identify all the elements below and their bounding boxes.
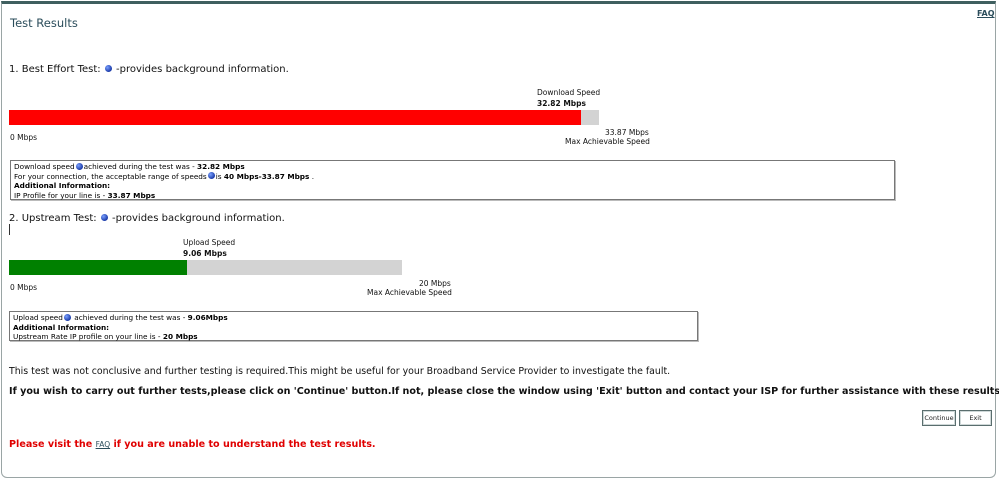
download-info-text: Download speed [14, 162, 75, 171]
download-info-text: For your connection, the acceptable rang… [14, 171, 207, 181]
download-speed-value: 32.82 Mbps [537, 99, 586, 108]
upload-max-value-label: 20 Mbps [419, 279, 451, 288]
download-speed-bar-fill [9, 110, 581, 125]
faq-notice-prefix: Please visit the [9, 439, 93, 450]
inconclusive-message: This test was not conclusive and further… [9, 366, 671, 377]
upload-speed-bar-fill [9, 260, 188, 275]
additional-info-heading: Additional Information: [14, 181, 111, 191]
download-achieved-value: 32.82 Mbps [197, 162, 245, 171]
info-icon[interactable] [207, 172, 215, 180]
faq-notice: Please visit the FAQ if you are unable t… [9, 439, 376, 450]
info-icon[interactable] [63, 313, 71, 321]
upstream-ip-profile-value: 20 Mbps [162, 332, 198, 342]
download-speed-title: Download Speed [537, 88, 601, 97]
upload-achieved-value: 9.06Mbps [187, 313, 228, 322]
download-max-caption: Max Achievable Speed [565, 137, 650, 146]
upload-info-text: achieved during the test was - [74, 313, 186, 322]
best-effort-heading-prefix: 1. Best Effort Test: [9, 64, 101, 75]
download-info-text: is [215, 171, 222, 181]
info-icon[interactable] [104, 64, 112, 72]
download-info-box: Download speed achieved during the test w… [10, 160, 895, 200]
best-effort-heading-suffix: -provides background information. [116, 64, 289, 75]
additional-info-heading: Additional Information: [13, 322, 110, 332]
download-info-text: IP Profile for your line is - [14, 190, 106, 200]
faq-link-top[interactable]: FAQ [977, 9, 995, 18]
download-info-text: . [311, 171, 315, 181]
upstream-heading: 2. Upstream Test: -provides background i… [9, 213, 285, 224]
instructions-message: If you wish to carry out further tests,p… [9, 386, 999, 397]
best-effort-heading: 1. Best Effort Test: -provides backgroun… [9, 64, 289, 75]
upload-speed-title: Upload Speed [183, 238, 236, 247]
upload-info-line-2: Additional Information: [13, 323, 694, 333]
download-info-line-2: For your connection, the acceptable rang… [14, 172, 891, 182]
upload-info-box: Upload speed achieved during the test wa… [9, 311, 698, 341]
upload-info-line-1: Upload speed achieved during the test wa… [13, 313, 694, 323]
upstream-heading-suffix: -provides background information. [112, 213, 285, 224]
upload-info-text: Upload speed [13, 313, 63, 322]
info-icon[interactable] [75, 162, 83, 170]
info-icon[interactable] [100, 213, 108, 221]
faq-link-bottom[interactable]: FAQ [96, 440, 111, 449]
upload-info-line-3: Upstream Rate IP profile on your line is… [13, 332, 694, 342]
exit-button[interactable]: Exit [959, 410, 992, 426]
faq-notice-suffix: if you are unable to understand the test… [113, 439, 376, 450]
upload-max-caption: Max Achievable Speed [367, 288, 452, 297]
acceptable-range-value: 40 Mbps-33.87 Mbps [223, 171, 310, 181]
upload-min-label: 0 Mbps [10, 283, 38, 292]
download-info-text: achieved during the test was - [83, 162, 195, 171]
continue-button[interactable]: Continue [922, 410, 956, 426]
download-info-line-1: Download speed achieved during the test w… [14, 162, 891, 172]
text-cursor [9, 224, 10, 235]
download-speed-bar [9, 110, 599, 125]
download-max-value-label: 33.87 Mbps [605, 128, 649, 137]
upload-speed-bar [9, 260, 402, 275]
upload-info-text: Upstream Rate IP profile on your line is… [13, 332, 161, 342]
ip-profile-value: 33.87 Mbps [107, 190, 156, 200]
page-title: Test Results [10, 16, 78, 30]
download-info-line-4: IP Profile for your line is - 33.87 Mbps [14, 191, 891, 201]
upstream-heading-prefix: 2. Upstream Test: [9, 213, 97, 224]
download-info-line-3: Additional Information: [14, 181, 891, 191]
upload-speed-value: 9.06 Mbps [183, 249, 227, 258]
download-min-label: 0 Mbps [10, 133, 38, 142]
